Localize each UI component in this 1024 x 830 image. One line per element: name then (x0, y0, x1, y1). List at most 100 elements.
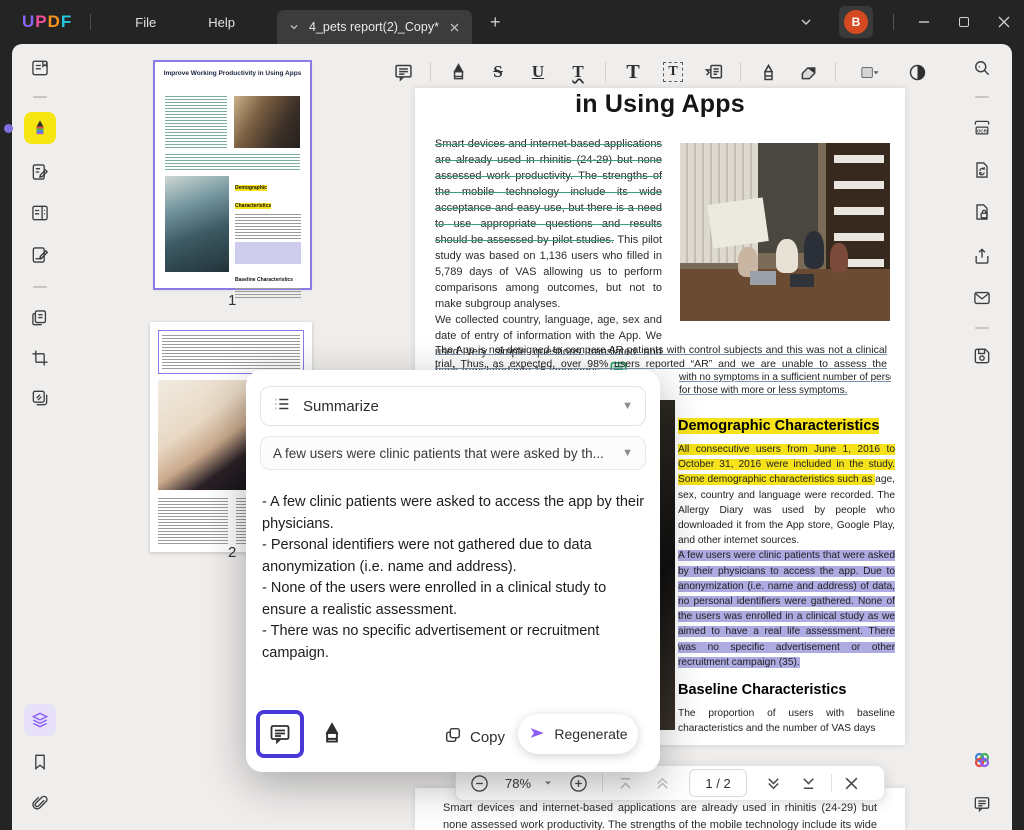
copy-button[interactable]: Copy (444, 726, 505, 748)
fill-sign-icon[interactable] (24, 239, 56, 271)
mode-label: Summarize (303, 398, 610, 415)
squiggly-underline-icon[interactable]: T (565, 59, 591, 85)
thumbnail-page1-title: Improve Working Productivity in Using Ap… (163, 70, 302, 78)
divider (893, 14, 894, 30)
share-icon[interactable] (966, 240, 998, 272)
ai-assistant-icon[interactable] (966, 744, 998, 776)
protect-icon[interactable] (966, 196, 998, 228)
bookmark-icon[interactable] (24, 746, 56, 778)
regenerate-label: Regenerate (554, 726, 627, 742)
underline-icon[interactable]: U (525, 59, 551, 85)
titlebar-right: B (799, 0, 1024, 44)
zoom-in-icon[interactable] (569, 774, 588, 793)
first-page-icon[interactable] (617, 775, 634, 792)
ocr-label: OCR (977, 129, 988, 134)
search-icon[interactable] (966, 52, 998, 84)
note-icon[interactable] (966, 788, 998, 820)
add-as-comment-button[interactable] (256, 710, 304, 758)
body-text: age, sex, country and language were reco… (678, 474, 895, 546)
divider (33, 96, 47, 98)
minimize-icon[interactable] (904, 0, 944, 44)
divider (975, 96, 989, 98)
zoom-out-icon[interactable] (470, 774, 489, 793)
edit-icon[interactable] (24, 156, 56, 188)
tab-title: 4_pets report(2)_Copy* (309, 20, 439, 34)
divider (33, 286, 47, 288)
content-area: OCR Improve Working Productivity in Usin… (12, 44, 1012, 830)
logo-letter: U (22, 12, 35, 32)
updf-logo: U P D F (22, 12, 72, 32)
ocr-icon[interactable]: OCR (966, 112, 998, 144)
pencil-icon[interactable] (755, 59, 781, 85)
thumbnail-selected-text (158, 330, 304, 374)
yellow-highlighted-text: All consecutive users from June 1, 2016 … (678, 444, 895, 485)
save-icon[interactable] (966, 340, 998, 372)
account-button[interactable]: B (839, 6, 873, 38)
text-box-icon[interactable]: T (660, 59, 686, 85)
zoom-dropdown-icon[interactable] (543, 778, 553, 788)
thumbnail-page-1[interactable]: Improve Working Productivity in Using Ap… (155, 62, 310, 288)
new-tab-icon[interactable]: + (490, 12, 501, 33)
text-callout-icon[interactable] (700, 59, 726, 85)
thumbnail-page1-label: 1 (228, 292, 236, 309)
divider (975, 327, 989, 329)
tab-close-icon[interactable] (449, 22, 460, 33)
summary-bullet: - A few clinic patients were asked to ac… (262, 492, 650, 535)
copy-icon (444, 726, 462, 748)
logo-letter: F (61, 12, 72, 32)
popup-footer: Copy Regenerate (246, 706, 660, 758)
thumbnail-text (235, 214, 301, 240)
menu-file[interactable]: File (109, 9, 182, 36)
comment-icon[interactable] (390, 59, 416, 85)
attachment-icon[interactable] (24, 788, 56, 820)
divider (430, 62, 431, 82)
close-toolbar-icon[interactable] (844, 776, 859, 791)
document-tab[interactable]: 4_pets report(2)_Copy* (277, 10, 472, 44)
highlight-icon[interactable] (445, 59, 471, 85)
convert-icon[interactable] (966, 154, 998, 186)
chevron-down-icon: ▼ (622, 400, 633, 412)
annotate-highlighter-icon[interactable] (24, 112, 56, 144)
thumbnail-heading: Baseline Characteristics (235, 277, 293, 283)
shape-style-icon[interactable] (904, 59, 930, 85)
watermark-icon[interactable] (24, 382, 56, 414)
organize-pages-icon[interactable] (24, 197, 56, 229)
body-text: The proportion of users with baseline ch… (678, 706, 895, 736)
close-icon[interactable] (984, 0, 1024, 44)
summary-bullet: - There was no specific advertisement or… (262, 621, 650, 664)
list-icon (273, 395, 291, 418)
regenerate-button[interactable]: Regenerate (518, 714, 638, 754)
thumbnail-purple-text (235, 242, 301, 264)
source-text-dropdown[interactable]: A few users were clinic patients that we… (260, 436, 646, 470)
source-text: A few users were clinic patients that we… (273, 446, 622, 461)
crop-icon[interactable] (24, 342, 56, 374)
mode-dropdown[interactable]: Summarize ▼ (260, 386, 646, 426)
title-bar: U P D F File Help 4_pets report(2)_Copy*… (0, 0, 1024, 44)
ai-summarize-popup: Summarize ▼ A few users were clinic pati… (246, 370, 660, 772)
text-comment-icon[interactable]: T (620, 59, 646, 85)
purple-highlighted-text: A few users were clinic patients that we… (678, 550, 895, 667)
layers-icon[interactable] (24, 704, 56, 736)
page-indicator[interactable]: 1 / 2 (689, 769, 747, 797)
window-chevron-icon[interactable] (799, 15, 813, 29)
last-page-icon[interactable] (800, 775, 817, 792)
shape-rect-icon[interactable] (850, 59, 890, 85)
prev-page-icon[interactable] (654, 775, 671, 792)
annotation-toolbar: S U T T T (390, 55, 930, 89)
divider (605, 62, 606, 82)
menu-help[interactable]: Help (182, 9, 261, 36)
eraser-icon[interactable] (795, 59, 821, 85)
reader-icon[interactable] (24, 52, 56, 84)
batch-pages-icon[interactable] (24, 302, 56, 334)
add-as-highlight-button[interactable] (316, 718, 348, 750)
email-icon[interactable] (966, 282, 998, 314)
strikethrough-icon[interactable]: S (485, 59, 511, 85)
meeting-room-photo (680, 143, 890, 321)
maximize-icon[interactable] (944, 0, 984, 44)
next-page-icon[interactable] (765, 775, 782, 792)
divider (831, 774, 832, 792)
avatar[interactable]: B (844, 10, 868, 34)
section-heading: Baseline Characteristics (678, 682, 895, 698)
strikethrough-text: Smart devices and internet-based applica… (435, 138, 662, 246)
tab-chevron-icon[interactable] (289, 22, 299, 32)
